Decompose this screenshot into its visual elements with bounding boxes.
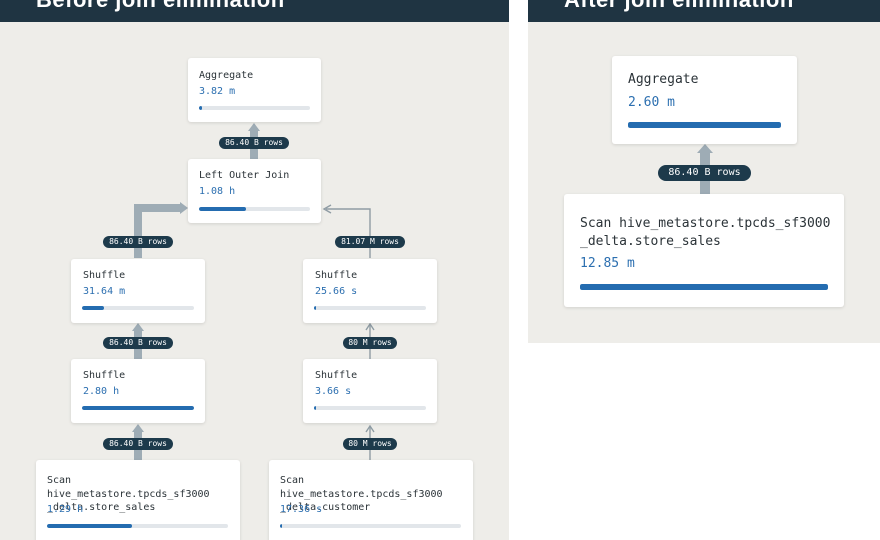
edge-label-shuffle-left-to-join: 86.40 B rows [103,236,173,248]
edge-label-scan-customer-to-shuffle: 80 M rows [343,438,397,450]
edge-label-shuffle-left-bottom-to-top: 86.40 B rows [103,337,173,349]
edge-label-shuffle-right-to-join: 81.07 M rows [335,236,405,248]
edge-shuffle-left-bottom-to-top-arrowhead [132,323,144,331]
node-scan-customer[interactable]: Scan hive_metastore.tpcds_sf3000 _delta.… [269,460,473,540]
after-node-aggregate[interactable]: Aggregate 2.60 m [612,56,797,144]
node-shuffle-left-top-progress-fill [82,306,105,310]
edge-shuffle-right-to-join [326,208,371,258]
node-shuffle-right-top[interactable]: Shuffle 25.66 s [303,259,437,323]
node-scan-store-sales-progress [47,524,228,528]
after-node-scan-store-sales-title: Scan hive_metastore.tpcds_sf3000 _delta.… [580,216,831,249]
node-left-outer-join-progress-fill [199,207,246,211]
node-shuffle-right-bottom-title: Shuffle [315,370,358,381]
node-left-outer-join-title: Left Outer Join [199,170,290,181]
after-node-aggregate-progress [628,122,781,128]
after-node-scan-store-sales-progress-fill [580,284,828,290]
after-edge-label-scan-to-aggregate: 86.40 B rows [658,165,751,181]
node-shuffle-left-bottom-progress-fill [82,406,194,410]
node-shuffle-right-bottom-progress [314,406,426,410]
node-shuffle-right-top-title: Shuffle [315,270,358,281]
after-node-aggregate-title: Aggregate [628,72,699,87]
node-left-outer-join-progress [199,207,310,211]
node-aggregate[interactable]: Aggregate 3.82 m [188,58,321,122]
node-scan-customer-value: 17.36 s [280,504,323,515]
node-scan-customer-progress-fill [280,524,282,528]
edge-scan-to-aggregate-arrowhead [697,144,713,153]
node-shuffle-right-bottom-value: 3.66 s [315,386,352,397]
after-node-scan-store-sales[interactable]: Scan hive_metastore.tpcds_sf3000 _delta.… [564,194,844,307]
node-scan-store-sales-value: 1.29 h [47,504,84,515]
before-panel: Before join elimination 86.40 B rows 86.… [0,0,509,540]
edge-shuffle-left-to-join [134,204,182,258]
node-left-outer-join-value: 1.08 h [199,186,236,197]
node-left-outer-join[interactable]: Left Outer Join 1.08 h [188,159,321,223]
after-node-aggregate-value: 2.60 m [628,95,675,110]
node-aggregate-progress [199,106,310,110]
node-scan-customer-progress [280,524,461,528]
node-aggregate-title: Aggregate [199,70,254,81]
after-node-scan-store-sales-value: 12.85 m [580,256,635,271]
after-node-scan-store-sales-progress [580,284,828,290]
after-node-aggregate-progress-fill [628,122,781,128]
after-panel: After join elimination 86.40 B rows Aggr… [528,0,880,343]
node-shuffle-left-top-progress [82,306,194,310]
edge-shuffle-left-to-join-arrowhead [180,202,188,214]
edge-join-to-aggregate-arrowhead [248,123,260,131]
node-scan-store-sales[interactable]: Scan hive_metastore.tpcds_sf3000 _delta.… [36,460,240,540]
node-shuffle-right-top-value: 25.66 s [315,286,358,297]
edge-label-shuffle-right-bottom-to-top: 80 M rows [343,337,397,349]
node-shuffle-left-bottom-title: Shuffle [83,370,126,381]
node-shuffle-right-top-progress [314,306,426,310]
node-aggregate-progress-fill [199,106,203,110]
node-shuffle-right-bottom[interactable]: Shuffle 3.66 s [303,359,437,423]
node-shuffle-left-bottom[interactable]: Shuffle 2.80 h [71,359,205,423]
node-shuffle-left-top-title: Shuffle [83,270,126,281]
edge-label-join-to-aggregate: 86.40 B rows [219,137,289,149]
node-shuffle-left-bottom-value: 2.80 h [83,386,120,397]
node-aggregate-value: 3.82 m [199,86,236,97]
node-shuffle-right-top-progress-fill [314,306,317,310]
node-shuffle-left-bottom-progress [82,406,194,410]
edge-scan-store-sales-to-shuffle-arrowhead [132,424,144,432]
node-shuffle-right-bottom-progress-fill [314,406,317,410]
node-shuffle-left-top[interactable]: Shuffle 31.64 m [71,259,205,323]
node-shuffle-left-top-value: 31.64 m [83,286,126,297]
node-scan-store-sales-progress-fill [47,524,133,528]
edge-label-scan-store-sales-to-shuffle: 86.40 B rows [103,438,173,450]
